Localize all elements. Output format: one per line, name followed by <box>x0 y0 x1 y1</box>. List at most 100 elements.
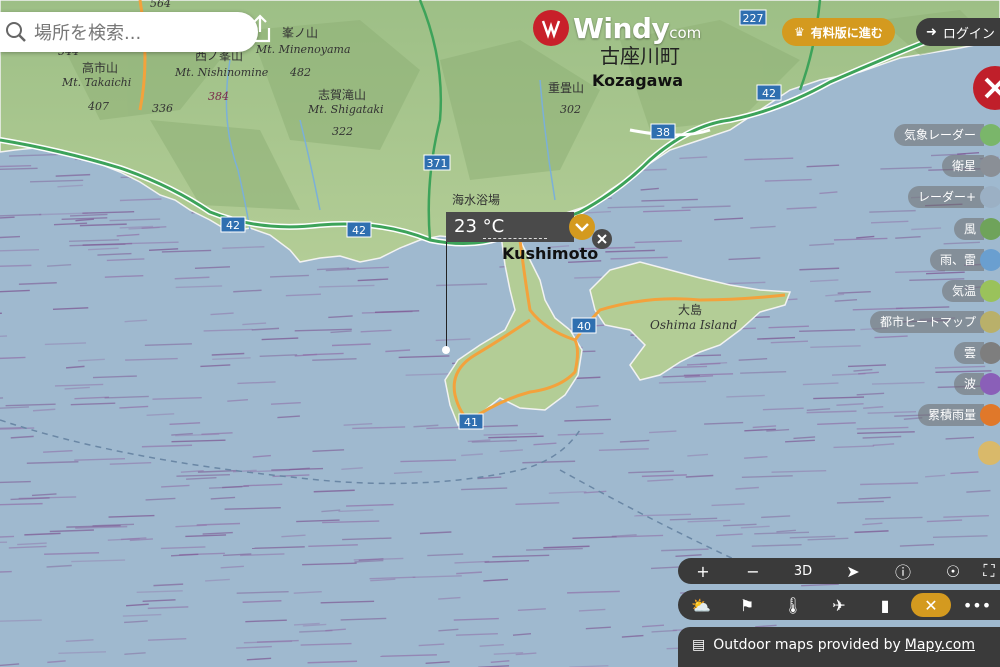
search-box[interactable]: 場所を検索... <box>0 12 258 52</box>
info-icon[interactable]: ⓘ <box>878 559 928 583</box>
login-label: ログイン <box>942 26 995 42</box>
brand-suffix: com <box>669 24 702 42</box>
place-label: Kushimoto <box>502 244 598 263</box>
layer-label: 衛星 <box>941 155 984 177</box>
overlay-toolbar: ⛅ ⚑ 🌡 ✈ ▮ ✕ ••• <box>678 590 1000 620</box>
map-controls: + − 3D ➤ ⓘ ☉ ⛶ <box>678 558 1000 584</box>
place-label: Oshima Island <box>650 318 738 332</box>
layer-item-clouds[interactable]: 雲 <box>953 341 1000 365</box>
layer-label: 気象レーダー <box>893 124 984 146</box>
place-label: Mt. Nishinomine <box>174 66 269 79</box>
place-label: Mt. Takaichi <box>61 76 131 89</box>
temperature-icon <box>980 280 1000 302</box>
windy-logo[interactable]: Windy com <box>533 10 701 46</box>
map-icon: ▤ <box>692 637 706 653</box>
place-label: Kozagawa <box>592 71 683 90</box>
layer-label: 気温 <box>941 280 984 302</box>
place-label: 海水浴場 <box>452 192 500 207</box>
place-label: 志賀滝山 <box>318 88 366 102</box>
picker-temperature: 23 °C <box>454 216 505 237</box>
waves-icon <box>980 373 1000 395</box>
picker-underline <box>483 238 547 239</box>
place-label: 峯ノ山 <box>282 26 318 40</box>
search-icon <box>6 22 26 42</box>
brand-name: Windy <box>573 11 670 45</box>
layer-item-heatmap[interactable]: 都市ヒートマップ <box>869 310 1000 334</box>
more-icon <box>978 441 1000 465</box>
close-icon <box>597 234 607 244</box>
airport-icon[interactable]: ✈ <box>816 596 862 615</box>
premium-label: 有料版に進む <box>810 25 883 40</box>
weather-icon[interactable]: ⛅ <box>678 596 724 615</box>
picker-line <box>446 242 447 350</box>
place-label: 407 <box>87 100 109 113</box>
layer-label: 都市ヒートマップ <box>869 311 984 333</box>
place-label: 高市山 <box>82 60 118 75</box>
layer-item-accumulated-rain[interactable]: 累積雨量 <box>917 403 1000 427</box>
place-label: Mt. Shigataki <box>307 103 384 116</box>
search-input[interactable]: 場所を検索... <box>34 19 141 45</box>
place-label: 322 <box>332 125 353 138</box>
road-label: 227 <box>743 12 764 25</box>
layer-label: 累積雨量 <box>917 404 984 426</box>
road-label: 42 <box>352 224 366 237</box>
place-label: Mt. Minenoyama <box>255 43 351 56</box>
place-label: 古座川町 <box>600 44 680 68</box>
road-label: 42 <box>762 87 776 100</box>
share-icon[interactable] <box>246 14 274 44</box>
layer-item-wind[interactable]: 風 <box>953 217 1000 241</box>
place-label: 302 <box>560 103 581 116</box>
attribution-text: Outdoor maps provided by <box>713 637 901 653</box>
login-button[interactable]: ➜ ログイン <box>916 18 1000 46</box>
windy-logo-icon <box>533 10 569 46</box>
layer-item-rain-thunder[interactable]: 雨、雷 <box>929 248 1000 272</box>
layer-more-button[interactable] <box>978 441 1000 465</box>
place-label: 重畳山 <box>548 81 584 95</box>
layer-label: レーダー+ <box>907 186 984 208</box>
3d-button[interactable]: 3D <box>778 564 828 579</box>
close-layers-button[interactable] <box>973 66 1000 110</box>
locate-icon[interactable]: ➤ <box>828 562 878 581</box>
layer-item-waves[interactable]: 波 <box>953 372 1000 396</box>
place-label: 564 <box>150 0 171 10</box>
road-label: 38 <box>656 126 670 139</box>
picker-dot[interactable] <box>442 346 450 354</box>
attribution-bar: ▤ Outdoor maps provided by Mapy.com <box>678 627 1000 667</box>
place-label: 大島 <box>678 302 702 317</box>
place-label: 336 <box>152 102 173 115</box>
road-label: 371 <box>427 157 448 170</box>
picker-popup[interactable]: 23 °C <box>446 212 574 242</box>
place-label: 482 <box>289 66 311 79</box>
webcam-icon[interactable]: ▮ <box>862 596 908 615</box>
crown-icon: ♛ <box>794 25 805 39</box>
radar-icon <box>980 124 1000 146</box>
flag-icon[interactable]: ⚑ <box>724 596 770 615</box>
layer-item-temperature[interactable]: 気温 <box>941 279 1000 303</box>
satellite-icon <box>980 155 1000 177</box>
layer-item-radar-plus[interactable]: レーダー+ <box>907 185 1000 209</box>
zoom-out-button[interactable]: − <box>728 562 778 581</box>
heatmap-icon <box>980 311 1000 333</box>
thermometer-icon[interactable]: 🌡 <box>770 596 816 615</box>
picker-close-button[interactable] <box>592 229 612 249</box>
rain-icon <box>980 249 1000 271</box>
more-dots-icon[interactable]: ••• <box>954 596 1000 615</box>
attribution-link[interactable]: Mapy.com <box>905 637 975 653</box>
premium-button[interactable]: ♛ 有料版に進む <box>782 18 895 46</box>
login-icon: ➜ <box>926 24 937 40</box>
hurricane-icon[interactable]: ☉ <box>928 562 978 581</box>
close-icon <box>984 77 1000 99</box>
clouds-icon <box>980 342 1000 364</box>
place-label: 384 <box>208 90 229 103</box>
road-label: 40 <box>577 320 591 333</box>
clear-overlay-button[interactable]: ✕ <box>908 593 954 617</box>
layer-label: 雨、雷 <box>929 249 984 271</box>
layer-item-radar[interactable]: 気象レーダー <box>893 123 1000 147</box>
wind-icon <box>980 218 1000 240</box>
accumulated-rain-icon <box>980 404 1000 426</box>
radar-plus-icon <box>980 186 1000 208</box>
fullscreen-icon[interactable]: ⛶ <box>978 561 1000 581</box>
zoom-in-button[interactable]: + <box>678 562 728 581</box>
road-label: 42 <box>226 219 240 232</box>
layer-item-satellite[interactable]: 衛星 <box>941 154 1000 178</box>
